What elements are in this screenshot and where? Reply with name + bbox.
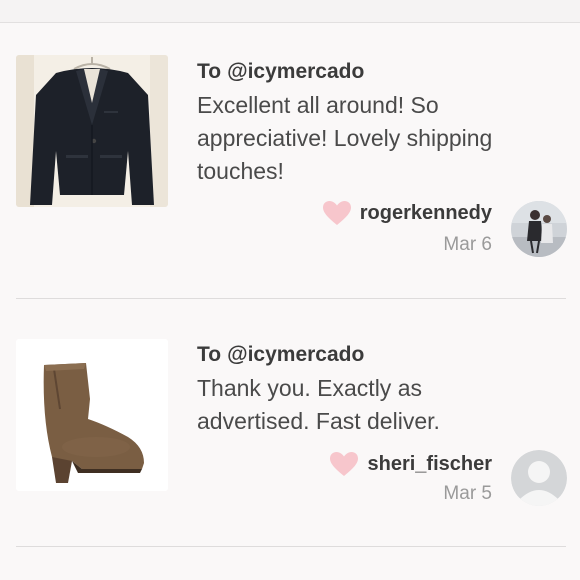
- author-username[interactable]: sheri_fischer: [367, 453, 492, 476]
- default-avatar[interactable]: [511, 450, 567, 506]
- divider: [16, 546, 566, 547]
- recipient-handle[interactable]: @icymercado: [227, 343, 364, 366]
- review-author: sheri_fischer: [329, 451, 492, 477]
- review-recipient: To @icymercado: [197, 343, 364, 367]
- heart-icon: [330, 452, 359, 476]
- ankle-boot-photo[interactable]: [16, 339, 168, 491]
- review-text: Thank you. Exactly as advertised. Fast d…: [197, 375, 440, 434]
- to-prefix: To: [197, 343, 222, 366]
- review-date: Mar 5: [443, 483, 492, 504]
- review-card: To @icymercado Thank you. Exactly as adve…: [0, 0, 580, 580]
